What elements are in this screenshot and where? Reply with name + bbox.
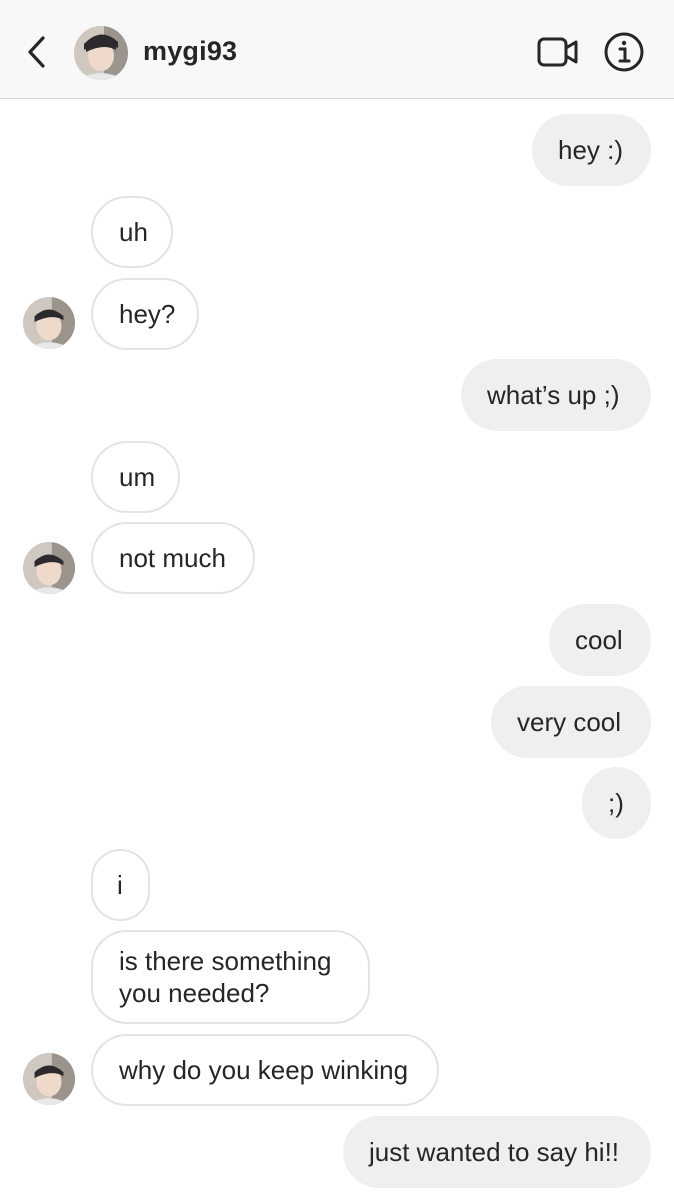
profile-photo-icon (74, 26, 128, 80)
sender-avatar[interactable] (23, 297, 75, 349)
message-bubble-outgoing[interactable]: very cool (491, 686, 651, 758)
message-bubble-incoming[interactable]: not much (91, 522, 255, 594)
message-thread[interactable]: hey :) uh hey? what’s up ;) um not much … (0, 99, 674, 1200)
sender-avatar[interactable] (23, 1053, 75, 1105)
message-bubble-incoming[interactable]: i (91, 849, 150, 921)
message-bubble-outgoing[interactable]: just wanted to say hi!! (343, 1116, 651, 1188)
message-bubble-incoming[interactable]: uh (91, 196, 173, 268)
message-bubble-incoming[interactable]: um (91, 441, 180, 513)
profile-photo-icon (23, 297, 75, 349)
chat-header: mygi93 (0, 0, 674, 99)
message-bubble-outgoing[interactable]: cool (549, 604, 651, 676)
back-button[interactable] (22, 34, 52, 70)
dm-screen: mygi93 hey :) uh hey? what’s up ;) um no… (0, 0, 674, 1200)
profile-photo-icon (23, 1053, 75, 1105)
video-camera-icon (537, 37, 578, 67)
chevron-left-icon (28, 36, 45, 68)
message-bubble-incoming[interactable]: why do you keep winking (91, 1034, 439, 1106)
sender-avatar[interactable] (23, 542, 75, 594)
message-bubble-outgoing[interactable]: ;) (582, 767, 651, 839)
info-icon (604, 32, 644, 72)
video-call-button[interactable] (536, 34, 580, 70)
message-bubble-outgoing[interactable]: what’s up ;) (461, 359, 651, 431)
profile-photo-icon (23, 542, 75, 594)
message-bubble-incoming[interactable]: hey? (91, 278, 199, 350)
chat-username[interactable]: mygi93 (143, 36, 237, 67)
info-button[interactable] (602, 30, 646, 74)
header-avatar[interactable] (74, 26, 128, 80)
message-bubble-outgoing[interactable]: hey :) (532, 114, 651, 186)
message-bubble-incoming[interactable]: is there something you needed? (91, 930, 370, 1024)
